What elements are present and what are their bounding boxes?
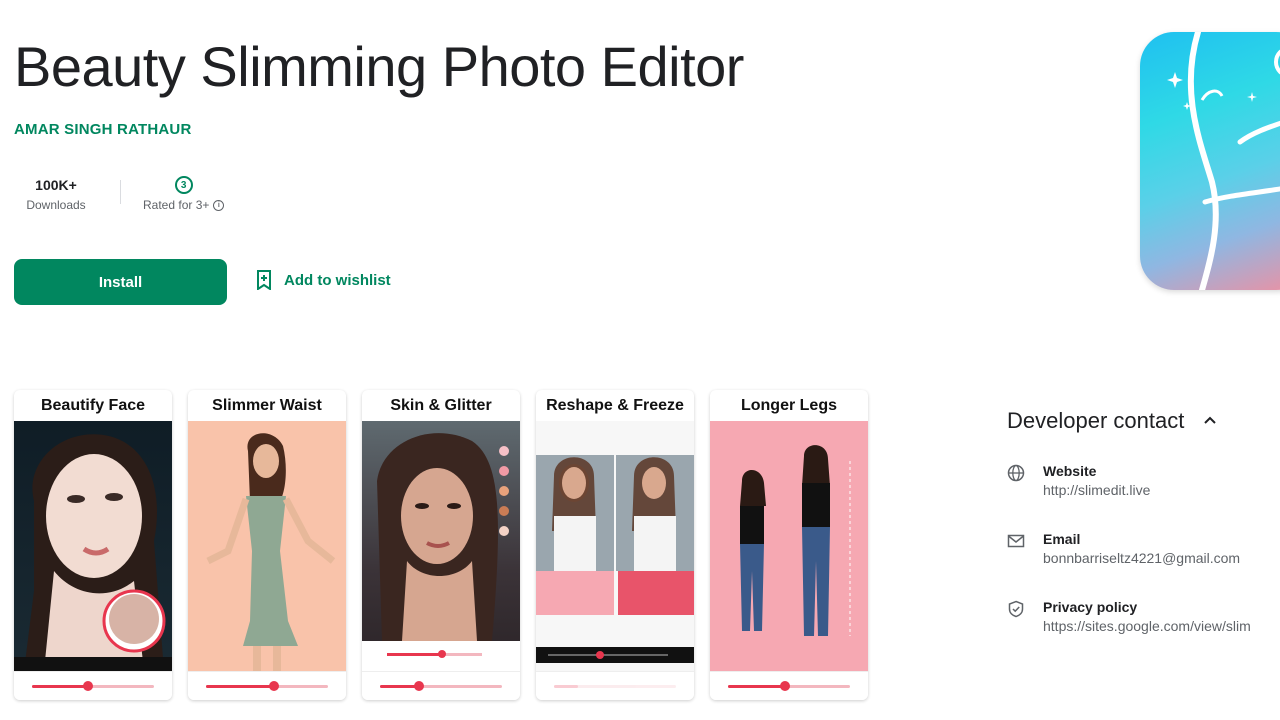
bookmark-add-icon [257, 270, 271, 290]
screenshot-3[interactable]: Skin & Glitter [362, 390, 520, 700]
website-contact[interactable]: Website http://slimedit.live [1007, 462, 1150, 500]
website-value[interactable]: http://slimedit.live [1043, 480, 1150, 500]
email-label: Email [1043, 531, 1081, 547]
editor-toolbar [188, 671, 346, 700]
shield-check-icon [1008, 600, 1024, 618]
screenshot-image [362, 421, 520, 671]
screenshot-carousel[interactable]: Beautify Face Slimmer Waist Skin & Glitt… [14, 390, 868, 700]
screenshot-4[interactable]: Reshape & Freeze [536, 390, 694, 700]
editor-toolbar [14, 671, 172, 700]
developer-contact-header[interactable]: Developer contact [1007, 408, 1217, 434]
app-title: Beauty Slimming Photo Editor [14, 35, 744, 98]
downloads-label: Downloads [26, 198, 86, 212]
screenshot-1[interactable]: Beautify Face [14, 390, 172, 700]
add-to-wishlist-button[interactable]: Add to wishlist [256, 270, 391, 290]
screenshot-5[interactable]: Longer Legs [710, 390, 868, 700]
chevron-up-icon[interactable] [1204, 415, 1217, 427]
email-value[interactable]: bonnbarriseltz4221@gmail.com [1043, 548, 1240, 568]
screenshot-caption: Skin & Glitter [390, 396, 492, 414]
content-rating-label: Rated for 3+ [143, 198, 210, 212]
screenshot-image [188, 421, 346, 671]
developer-link[interactable]: AMAR SINGH RATHAUR [14, 121, 191, 138]
developer-contact-section: Developer contact Website http://slimedi… [1007, 408, 1251, 634]
globe-icon [1007, 464, 1025, 482]
screenshot-image [536, 421, 694, 671]
screenshot-caption: Longer Legs [740, 396, 837, 414]
content-rating-stat: 3 Rated for 3+ i [143, 172, 225, 212]
privacy-policy-contact[interactable]: Privacy policy https://sites.google.com/… [1007, 598, 1251, 636]
screenshot-caption: Beautify Face [40, 396, 146, 414]
mail-icon [1007, 534, 1025, 548]
editor-toolbar [710, 671, 868, 700]
developer-contact-heading: Developer contact [1007, 408, 1185, 433]
app-stats: 100K+ Downloads 3 Rated for 3+ i [14, 172, 225, 212]
website-label: Website [1043, 463, 1097, 479]
wishlist-label: Add to wishlist [284, 271, 391, 289]
content-rating-icon: 3 [174, 176, 193, 194]
screenshot-caption: Slimmer Waist [212, 396, 322, 414]
install-button[interactable]: Install [14, 259, 227, 305]
downloads-count: 100K+ [35, 177, 77, 193]
email-contact[interactable]: Email bonnbarriseltz4221@gmail.com [1007, 530, 1240, 568]
stat-divider [120, 180, 121, 204]
screenshot-2[interactable]: Slimmer Waist [188, 390, 346, 700]
privacy-policy-label: Privacy policy [1043, 599, 1138, 615]
app-icon [1140, 32, 1280, 290]
screenshot-image [14, 421, 172, 671]
downloads-stat: 100K+ Downloads [14, 172, 98, 212]
editor-toolbar [362, 671, 520, 700]
app-logo-graphic [1167, 32, 1280, 290]
screenshot-image [710, 421, 868, 671]
screenshot-caption: Reshape & Freeze [546, 396, 684, 414]
info-icon[interactable]: i [213, 199, 225, 211]
editor-toolbar [536, 671, 694, 700]
privacy-policy-value[interactable]: https://sites.google.com/view/slim [1043, 616, 1251, 636]
